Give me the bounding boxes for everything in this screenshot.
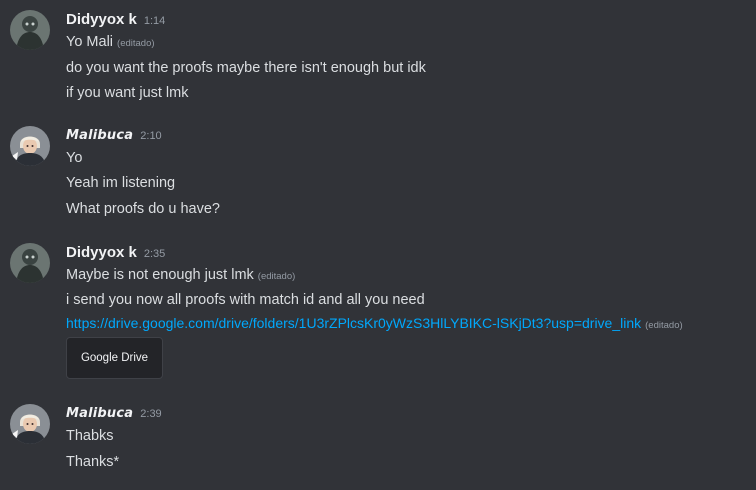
message-header: Didyyox k 2:35 <box>66 243 165 263</box>
edited-label: (editado) <box>645 320 683 331</box>
message-text: if you want just lmk <box>66 85 189 101</box>
avatar[interactable] <box>10 243 50 283</box>
message-text: Maybe is not enough just lmk <box>66 267 254 283</box>
timestamp[interactable]: 2:39 <box>140 404 161 424</box>
message-header: Malibuca 2:39 <box>66 404 162 424</box>
message-text: Thabks <box>66 428 114 444</box>
edited-label: (editado) <box>257 271 296 282</box>
message-line: Thanks* <box>66 451 119 473</box>
username[interactable]: Malibuca <box>66 126 133 146</box>
google-drive-button-label: Google Drive <box>80 352 149 364</box>
username[interactable]: Malibuca <box>66 404 133 424</box>
timestamp[interactable]: 1:14 <box>144 11 165 31</box>
message-text: Thanks* <box>66 454 120 470</box>
gray-character-avatar-icon <box>10 10 50 50</box>
message-header: Didyyox k 1:14 <box>66 10 165 30</box>
message-line: i send you now all proofs with match id … <box>66 289 425 311</box>
drive-link[interactable]: https://drive.google.com/drive/folders/1… <box>66 315 641 331</box>
avatar[interactable] <box>10 126 50 166</box>
message-text: i send you now all proofs with match id … <box>66 292 425 308</box>
avatar[interactable] <box>10 10 50 50</box>
message-line: Yeah im listening <box>66 172 175 194</box>
message-text: do you want the proofs maybe there isn't… <box>66 60 426 76</box>
edited-label: (editado) <box>117 38 155 49</box>
message-line: What proofs do u have? <box>66 198 220 220</box>
message-line: Yo Mali (editado) <box>66 31 155 53</box>
timestamp[interactable]: 2:10 <box>140 126 161 146</box>
google-drive-button[interactable]: Google Drive <box>66 337 163 379</box>
anime-character-avatar-icon <box>10 126 50 166</box>
message-line: Maybe is not enough just lmk (editado) <box>66 264 295 286</box>
gray-character-avatar-icon <box>10 243 50 283</box>
username[interactable]: Didyyox k <box>66 243 137 263</box>
timestamp[interactable]: 2:35 <box>144 244 165 264</box>
message-line: Yo <box>66 147 82 169</box>
avatar[interactable] <box>10 404 50 444</box>
message-text: Yo Mali <box>66 34 114 50</box>
message-line: if you want just lmk <box>66 82 189 104</box>
message-text: Yo <box>66 150 83 166</box>
message-line: Thabks <box>66 425 114 447</box>
message-line: do you want the proofs maybe there isn't… <box>66 57 426 79</box>
message-text: What proofs do u have? <box>66 201 220 217</box>
message-line: https://drive.google.com/drive/folders/1… <box>66 312 683 334</box>
message-header: Malibuca 2:10 <box>66 126 162 146</box>
message-text: Yeah im listening <box>66 175 176 191</box>
username[interactable]: Didyyox k <box>66 10 137 30</box>
anime-character-avatar-icon <box>10 404 50 444</box>
